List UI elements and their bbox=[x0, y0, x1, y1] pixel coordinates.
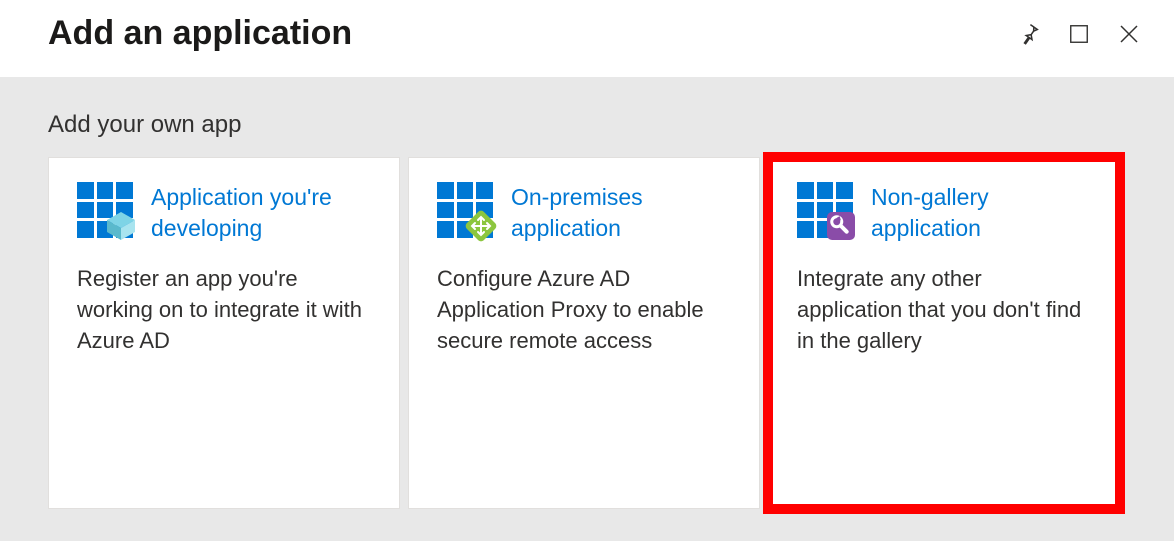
section-title: Add your own app bbox=[48, 111, 1126, 139]
card-desc: Integrate any other application that you… bbox=[797, 264, 1091, 356]
card-head: Non-gallery application bbox=[797, 182, 1091, 244]
card-desc: Configure Azure AD Application Proxy to … bbox=[437, 264, 731, 356]
card-head: Application you're developing bbox=[77, 182, 371, 244]
card-app-developing[interactable]: Application you're developing Register a… bbox=[48, 157, 400, 509]
close-icon[interactable] bbox=[1116, 21, 1142, 47]
card-title: Application you're developing bbox=[151, 182, 371, 244]
app-developing-icon bbox=[77, 182, 133, 238]
pin-icon[interactable] bbox=[1016, 21, 1042, 47]
page-title: Add an application bbox=[48, 14, 352, 53]
card-desc: Register an app you're working on to int… bbox=[77, 264, 371, 356]
card-non-gallery[interactable]: Non-gallery application Integrate any ot… bbox=[768, 157, 1120, 509]
maximize-icon[interactable] bbox=[1066, 21, 1092, 47]
non-gallery-app-icon bbox=[797, 182, 853, 238]
card-title: On-premises application bbox=[511, 182, 731, 244]
blade-header: Add an application bbox=[0, 0, 1174, 77]
card-row: Application you're developing Register a… bbox=[48, 157, 1126, 509]
card-head: On-premises application bbox=[437, 182, 731, 244]
card-on-premises[interactable]: On-premises application Configure Azure … bbox=[408, 157, 760, 509]
card-title: Non-gallery application bbox=[871, 182, 1091, 244]
content-area: Add your own app Application you're deve… bbox=[0, 77, 1174, 541]
on-prem-app-icon bbox=[437, 182, 493, 238]
header-actions bbox=[1016, 21, 1142, 47]
